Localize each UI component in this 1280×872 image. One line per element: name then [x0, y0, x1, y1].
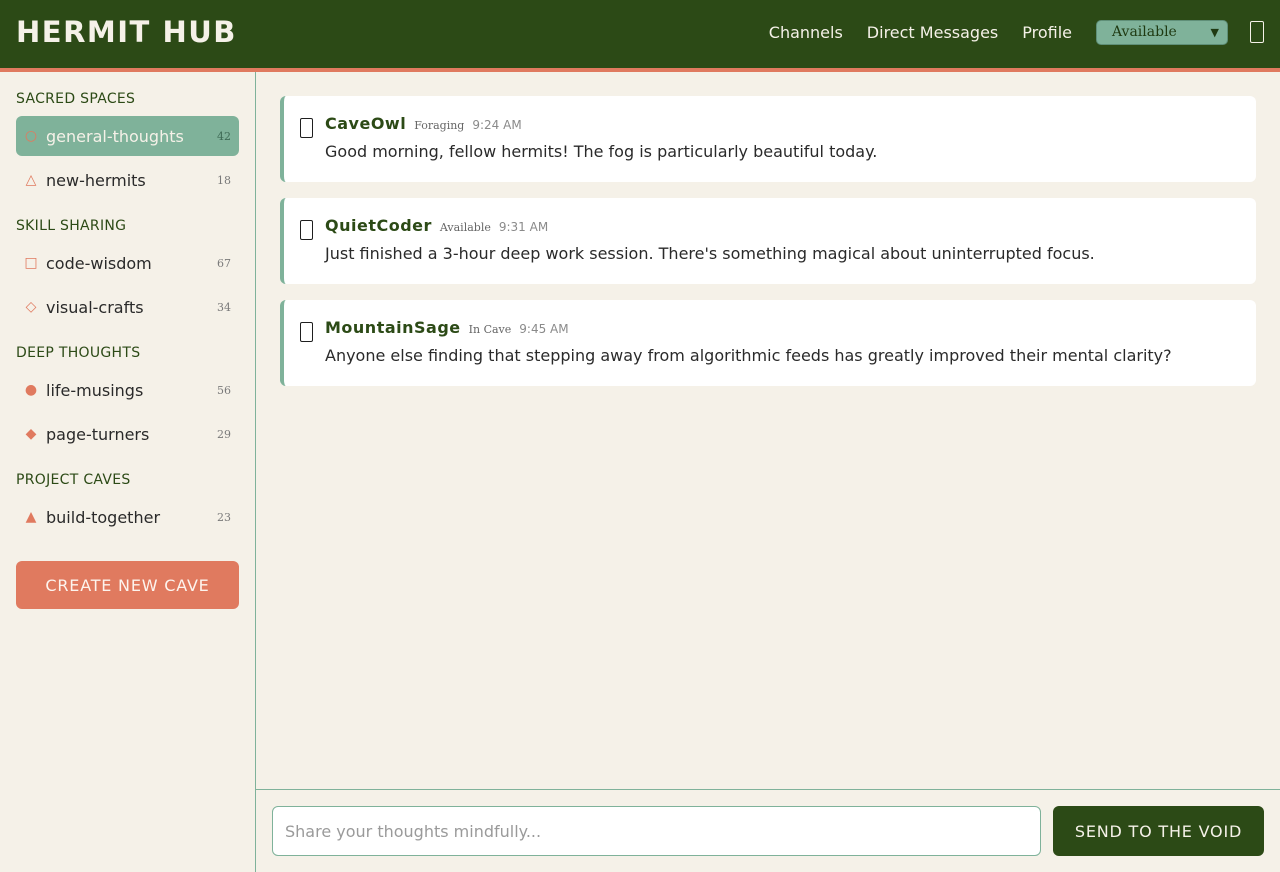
channel-count: 56 [217, 383, 231, 397]
message-composer: SEND TO THE VOID [256, 789, 1280, 872]
nav-direct-messages[interactable]: Direct Messages [867, 23, 998, 42]
message-time: 9:24 AM [472, 118, 522, 132]
section-title-project-caves: Project Caves [16, 472, 131, 488]
channel-new-hermits[interactable]: △ new-hermits 18 [16, 160, 239, 200]
message-body: CaveOwl Foraging 9:24 AM Good morning, f… [325, 114, 1240, 182]
diamond-outline-icon: ◇ [25, 299, 37, 315]
channel-name: visual-crafts [46, 297, 144, 317]
message-feed: CaveOwl Foraging 9:24 AM Good morning, f… [256, 72, 1280, 790]
status-select[interactable]: Available ▼ [1096, 19, 1228, 45]
chevron-down-icon: ▼ [1210, 25, 1219, 39]
channel-visual-crafts[interactable]: ◇ visual-crafts 34 [16, 287, 239, 327]
triangle-outline-icon: △ [25, 172, 37, 188]
channel-count: 23 [217, 510, 231, 524]
channel-count: 67 [217, 256, 231, 270]
send-button[interactable]: SEND TO THE VOID [1053, 806, 1264, 856]
channel-name: build-together [46, 507, 161, 527]
message-card: CaveOwl Foraging 9:24 AM Good morning, f… [280, 96, 1256, 182]
channel-name: new-hermits [46, 170, 146, 190]
top-nav: Channels Direct Messages Profile Availab… [769, 19, 1264, 45]
channel-name: page-turners [46, 424, 150, 444]
avatar-icon [300, 118, 313, 138]
message-body: MountainSage In Cave 9:45 AM Anyone else… [325, 318, 1240, 386]
message-header: MountainSage In Cave 9:45 AM [325, 318, 1240, 337]
triangle-filled-icon: ▲ [25, 509, 37, 525]
top-header: HERMIT HUB Channels Direct Messages Prof… [0, 0, 1280, 72]
channel-code-wisdom[interactable]: □ code-wisdom 67 [16, 243, 239, 283]
avatar-icon [300, 322, 313, 342]
sidebar: Sacred Spaces ○ general-thoughts 42 △ ne… [0, 72, 256, 872]
channel-general-thoughts[interactable]: ○ general-thoughts 42 [16, 116, 239, 156]
message-input[interactable] [272, 806, 1041, 856]
channel-name: code-wisdom [46, 253, 152, 273]
message-time: 9:31 AM [498, 220, 549, 234]
message-card: MountainSage In Cave 9:45 AM Anyone else… [280, 300, 1256, 386]
section-title-skill-sharing: Skill Sharing [16, 218, 127, 234]
message-author[interactable]: CaveOwl [325, 114, 406, 133]
channel-page-turners[interactable]: ◆ page-turners 29 [16, 414, 239, 454]
section-title-sacred-spaces: Sacred Spaces [16, 91, 136, 107]
message-author[interactable]: QuietCoder [325, 216, 432, 235]
square-outline-icon: □ [24, 255, 38, 271]
channel-build-together[interactable]: ▲ build-together 23 [16, 497, 239, 537]
message-card: QuietCoder Available 9:31 AM Just finish… [280, 198, 1256, 284]
message-text: Anyone else finding that stepping away f… [325, 346, 1172, 365]
section-title-deep-thoughts: Deep Thoughts [16, 345, 141, 361]
avatar-icon [300, 220, 313, 240]
message-text: Just finished a 3-hour deep work session… [325, 244, 1095, 263]
message-text: Good morning, fellow hermits! The fog is… [325, 142, 878, 161]
circle-filled-icon: ● [24, 382, 38, 398]
app-title: HERMIT HUB [16, 15, 237, 49]
message-header: CaveOwl Foraging 9:24 AM [325, 114, 1240, 133]
author-status: Available [439, 221, 491, 234]
channel-count: 34 [217, 300, 231, 314]
channel-count: 18 [217, 173, 231, 187]
channel-name: general-thoughts [46, 126, 184, 146]
message-time: 9:45 AM [519, 322, 569, 336]
channel-count: 42 [217, 129, 231, 143]
channel-life-musings[interactable]: ● life-musings 56 [16, 370, 239, 410]
author-status: In Cave [468, 323, 512, 336]
message-author[interactable]: MountainSage [325, 318, 461, 337]
status-select-value: Available [1112, 24, 1177, 40]
channel-name: life-musings [46, 380, 144, 400]
nav-channels[interactable]: Channels [769, 23, 843, 42]
circle-outline-icon: ○ [24, 128, 38, 144]
message-header: QuietCoder Available 9:31 AM [325, 216, 1240, 235]
author-status: Foraging [414, 119, 465, 132]
diamond-filled-icon: ◆ [25, 426, 37, 442]
bell-icon[interactable] [1250, 21, 1264, 43]
create-cave-button[interactable]: CREATE NEW CAVE [16, 561, 239, 609]
channel-count: 29 [217, 427, 231, 441]
message-body: QuietCoder Available 9:31 AM Just finish… [325, 216, 1240, 284]
nav-profile[interactable]: Profile [1022, 23, 1072, 42]
